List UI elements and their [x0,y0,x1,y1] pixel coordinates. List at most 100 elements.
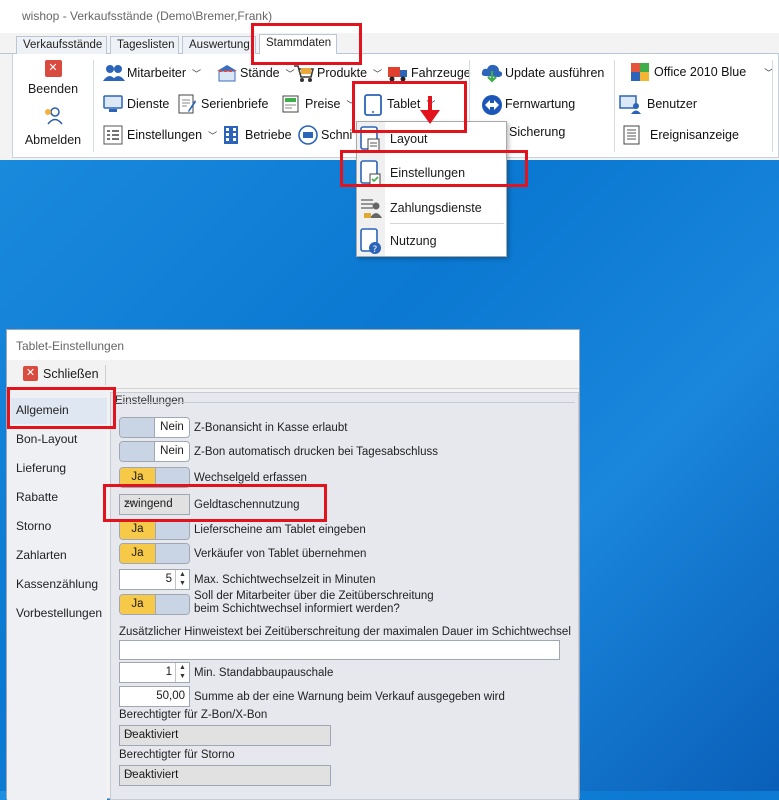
settings-list-icon [103,125,123,145]
user-logout-icon [43,106,63,126]
schnitt-button[interactable]: Schni [297,125,352,145]
schliessen-button[interactable]: ✕ Schließen [23,366,99,381]
zbon-druck-label: Z-Bon automatisch drucken bei Tagesabsch… [194,446,438,458]
chevron-down-icon: ﹀ [346,99,356,110]
nav-item-kassenzaehlung[interactable]: Kassenzählung [16,577,98,591]
tab-verkaufsstaende[interactable]: Verkaufsstände [16,36,107,55]
chevron-down-icon: ﹀ [124,732,134,743]
red-arrow-down-icon [419,96,441,126]
mitarbeiter-button[interactable]: Mitarbeiter ﹀ [103,63,201,83]
tab-tageslisten[interactable]: Tageslisten [110,36,179,55]
ribbon-separator [93,60,94,152]
schicht-value: 5 [165,573,172,585]
zbon-ansicht-toggle[interactable]: Nein [119,417,190,438]
benutzer-label: Benutzer [647,97,698,111]
dialog-nav-list: Allgemein Bon-Layout Lieferung Rabatte S… [7,392,107,800]
title-bar: wishop - Verkaufsstände (Demo\Bremer,Fra… [0,0,779,33]
schliessen-label: Schließen [43,366,99,381]
produkte-button[interactable]: Produkte ﹀ [293,63,382,83]
schichtwechsel-stepper[interactable]: 5 ▲ ▼ [119,569,190,590]
tablet-settings-icon [359,159,383,187]
ereignisanzeige-label: Ereignisanzeige [650,128,739,142]
einstellungen-button[interactable]: Einstellungen ﹀ [103,125,217,145]
monitor-user-icon [103,94,123,114]
dienste-button[interactable]: Dienste [103,94,169,114]
tablet-dropdown-menu: Layout Einstellungen Zahlungsdienste ? N… [356,121,507,257]
chevron-down-icon: ﹀ [192,68,202,79]
storno-berechtigt-select[interactable]: Deaktiviert ﹀ [119,765,331,786]
verkaeufer-toggle[interactable]: Ja [119,543,190,564]
theme-label: Office 2010 Blue [654,65,747,79]
nav-item-storno[interactable]: Storno [16,519,51,533]
hinweistext-input[interactable] [119,640,560,660]
update-button[interactable]: Update ausführen [481,63,604,83]
wechselgeld-label: Wechselgeld erfassen [194,472,307,484]
fernwartung-label: Fernwartung [505,97,576,111]
staende-label: Stände [240,66,280,80]
fahrzeuge-button[interactable]: Fahrzeuge [387,63,471,83]
tablet-help-icon: ? [359,227,383,255]
nav-item-rabatte[interactable]: Rabatte [16,490,58,504]
tablet-layout-icon [359,125,383,153]
menu-item-nutzung[interactable]: ? Nutzung [357,224,506,258]
mitarbeiter-info-label-2: beim Schichtwechsel informiert werden? [194,603,400,615]
fernwartung-button[interactable]: Fernwartung [481,94,576,115]
settings-group-label: Einstellungen [115,395,185,407]
lieferscheine-toggle[interactable]: Ja [119,519,190,540]
zbon-druck-toggle[interactable]: Nein [119,441,190,462]
close-icon: ✕ [23,366,38,381]
users-icon [103,63,125,83]
menu-item-zahlungsdienste[interactable]: Zahlungsdienste [357,191,506,225]
menu-item-label: Nutzung [390,234,437,248]
ereignisanzeige-button[interactable]: Ereignisanzeige [622,125,739,145]
fahrzeuge-label: Fahrzeuge [411,66,471,80]
dialog-title-bar: Tablet-Einstellungen [7,330,579,360]
theme-select[interactable]: Office 2010 Blue ﹀ [630,62,773,82]
beenden-button[interactable]: ✕ Beenden [17,60,89,104]
tablet-settings-dialog: Tablet-Einstellungen ✕ Schließen Allgeme… [6,329,580,800]
abmelden-button[interactable]: Abmelden [17,106,89,150]
sicherung-button[interactable]: Sicherung [509,125,565,139]
dialog-title: Tablet-Einstellungen [16,339,125,353]
tab-stammdaten[interactable]: Stammdaten [259,34,337,55]
dienste-label: Dienste [127,97,170,111]
betriebe-button[interactable]: Betriebe [221,125,292,145]
geldtasche-select[interactable]: zwingend ﹀ [119,494,190,515]
tablet-label: Tablet [387,97,421,111]
warnung-input[interactable]: 50,00 [119,686,190,707]
standabbau-value: 1 [165,666,172,678]
tab-auswertung[interactable]: Auswertung [182,36,256,55]
menu-item-layout[interactable]: Layout [357,122,506,156]
chevron-down-icon: ﹀ [124,772,134,783]
mitarbeiter-info-toggle[interactable]: Ja [119,594,190,615]
nav-item-allgemein[interactable]: Allgemein [16,403,69,417]
nav-item-lieferung[interactable]: Lieferung [16,461,66,475]
remote-support-icon [481,94,502,115]
betriebe-label: Betriebe [245,128,292,142]
office-theme-icon [630,62,650,82]
schicht-label: Max. Schichtwechselzeit in Minuten [194,574,376,586]
staende-button[interactable]: Stände ﹀ [216,63,295,83]
spin-arrows-icon[interactable]: ▲ ▼ [175,663,189,682]
standabbau-stepper[interactable]: 1 ▲ ▼ [119,662,190,683]
lieferscheine-label: Lieferscheine am Tablet eingeben [194,524,366,536]
spin-arrows-icon[interactable]: ▲ ▼ [175,570,189,589]
ribbon-separator [614,60,615,152]
benutzer-button[interactable]: Benutzer [619,94,697,114]
dialog-toolbar: ✕ Schließen [7,360,579,389]
menu-item-label: Layout [390,132,428,146]
building-icon [221,125,241,145]
nav-item-bon-layout[interactable]: Bon-Layout [16,432,77,446]
preise-button[interactable]: Preise ﹀ [281,94,355,114]
nav-item-vorbestellungen[interactable]: Vorbestellungen [16,606,102,620]
menu-item-label: Einstellungen [390,166,466,180]
produkte-label: Produkte [317,66,368,80]
nav-item-zahlarten[interactable]: Zahlarten [16,548,67,562]
chevron-down-icon: ﹀ [124,501,134,512]
serienbriefe-button[interactable]: Serienbriefe [177,94,268,114]
wechselgeld-toggle[interactable]: Ja [119,467,190,488]
menu-item-einstellungen[interactable]: Einstellungen [357,156,506,190]
zbon-berechtigt-select[interactable]: Deaktiviert ﹀ [119,725,331,746]
mitarbeiter-info-label-1: Soll der Mitarbeiter über die Zeitübersc… [194,590,434,602]
serienbriefe-label: Serienbriefe [201,97,269,111]
